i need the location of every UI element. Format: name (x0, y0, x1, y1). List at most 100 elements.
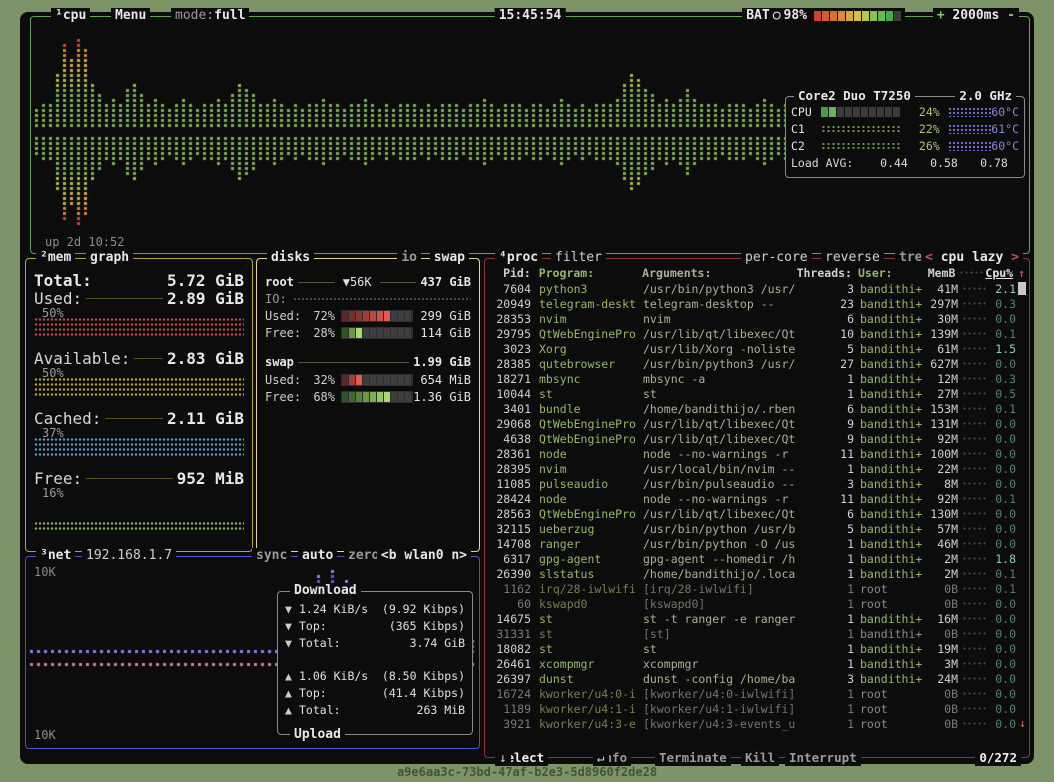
process-pid: 26390 (489, 567, 531, 581)
process-arguments: nvim (643, 312, 796, 326)
process-arguments: /usr/bin/python3 /usr/ (643, 357, 796, 371)
screen: { "colors": { "cpu_border": "#67a05a", "… (0, 0, 1054, 782)
sort-prev-button[interactable]: < (925, 250, 933, 265)
process-row[interactable]: 3023Xorg/usr/lib/Xorg -noliste5bandithi+… (489, 341, 1025, 356)
process-pid: 28385 (489, 357, 531, 371)
process-cpu-history (962, 391, 986, 396)
tab-mem-graph[interactable]: graph (86, 250, 133, 266)
process-mem: 16M (922, 612, 958, 626)
col-cpu[interactable]: Cpu% (983, 266, 1013, 280)
proc-reverse-toggle[interactable]: reverse (821, 250, 884, 266)
tab-net[interactable]: ³net (36, 548, 75, 564)
meter-block (370, 392, 376, 402)
process-mem: 297M (922, 297, 958, 311)
battery-block (886, 11, 893, 21)
col-user[interactable]: User: (858, 266, 920, 280)
process-mem: 61M (922, 342, 958, 356)
interrupt-button[interactable]: Interrupt (785, 750, 861, 766)
process-row[interactable]: 11085pulseaudio/usr/bin/pulseaudio --3ba… (489, 476, 1025, 491)
process-cpu-percent: 0.0 (986, 612, 1016, 626)
process-mem: 24M (922, 672, 958, 686)
core-temp: 60°C (991, 105, 1019, 119)
process-row[interactable]: 60kswapd0[kswapd0]1root0B0.0 (489, 596, 1025, 611)
process-row[interactable]: 1189kworker/u4:1-i[kworker/u4:1-iwlwifi]… (489, 701, 1025, 716)
process-pid: 1189 (489, 702, 531, 716)
mode-toggle[interactable]: mode:full (171, 8, 249, 24)
col-arguments[interactable]: Arguments: (642, 266, 794, 280)
process-row[interactable]: 31331st[st]1bandithi+0B0.0 (489, 626, 1025, 641)
net-sync-toggle[interactable]: sync (252, 548, 291, 564)
process-row[interactable]: 1162irq/28-iwlwifi[irq/28-iwlwifi]1root0… (489, 581, 1025, 596)
process-cpu-percent: 0.0 (986, 312, 1016, 326)
kill-button[interactable]: Kill (741, 750, 779, 766)
process-row[interactable]: 3921kworker/u4:3-e[kworker/u4:3-events_u… (489, 716, 1025, 731)
sort-direction-icon: ↑ (1013, 266, 1025, 280)
mem-entry-label: Available: (34, 349, 130, 368)
interval-decrease-button[interactable]: - (1007, 8, 1015, 23)
terminate-button[interactable]: Terminate (655, 750, 731, 766)
meter-block (356, 311, 362, 321)
proc-scrollbar-thumb[interactable] (1018, 282, 1026, 295)
process-row[interactable]: 16724kworker/u4:0-i[kworker/u4:0-iwlwifi… (489, 686, 1025, 701)
core-name: C1 (791, 122, 821, 136)
process-row[interactable]: 29795QtWebEnginePro/usr/lib/qt/libexec/Q… (489, 326, 1025, 341)
process-row[interactable]: 18271mbsyncmbsync -a1bandithi+12M0.3 (489, 371, 1025, 386)
sort-next-button[interactable]: > (1011, 250, 1019, 265)
process-row[interactable]: 20949telegram-deskttelegram-desktop --23… (489, 296, 1025, 311)
tab-disks-io[interactable]: io (397, 250, 421, 266)
process-threads: 11 (796, 447, 854, 461)
col-threads[interactable]: Threads: (794, 266, 852, 280)
process-row[interactable]: 26390slstatus/home/bandithijo/.loca1band… (489, 566, 1025, 581)
meter-block (391, 392, 397, 402)
tab-disks[interactable]: disks (267, 250, 314, 266)
process-row[interactable]: 7604python3/usr/bin/python3 /usr/3bandit… (489, 281, 1025, 296)
process-row[interactable]: 28385qutebrowser/usr/bin/python3 /usr/27… (489, 356, 1025, 371)
process-row[interactable]: 28353nvimnvim6bandithi+30M0.0 (489, 311, 1025, 326)
tab-proc[interactable]: ⁴proc (495, 250, 542, 266)
tab-cpu[interactable]: ¹cpu (51, 8, 90, 24)
process-cpu-percent: 0.1 (986, 402, 1016, 416)
net-interface-selector[interactable]: <b wlan0 n> (377, 548, 471, 564)
process-row[interactable]: 3401bundle/home/bandithijo/.rben6bandith… (489, 401, 1025, 416)
upload-stat-row: ▲1.06 KiB/s(8.50 Kibps) (285, 667, 465, 684)
process-row[interactable]: 4638QtWebEnginePro/usr/lib/qt/libexec/Qt… (489, 431, 1025, 446)
process-threads: 3 (796, 672, 854, 686)
menu-button[interactable]: Menu (111, 8, 150, 24)
process-threads: 1 (796, 687, 854, 701)
meter-block (342, 328, 348, 338)
load-average-row: Load AVG: 0.44 0.58 0.78 (791, 154, 1019, 171)
process-row[interactable]: 28395nvim/usr/local/bin/nvim --1bandithi… (489, 461, 1025, 476)
process-row[interactable]: 29068QtWebEnginePro/usr/lib/qt/libexec/Q… (489, 416, 1025, 431)
process-cpu-percent: 0.0 (986, 462, 1016, 476)
proc-percore-toggle[interactable]: per-core (741, 250, 812, 266)
process-user: bandithi+ (860, 552, 922, 566)
interval-increase-button[interactable]: + (937, 8, 945, 23)
process-row[interactable]: 6317gpg-agentgpg-agent --homedir /h1band… (489, 551, 1025, 566)
proc-filter-button[interactable]: filter (551, 250, 606, 266)
download-arrow-icon: ▼ (285, 619, 299, 633)
col-program[interactable]: Program: (539, 266, 642, 280)
net-auto-toggle[interactable]: auto (298, 548, 337, 564)
process-row[interactable]: 28361nodenode --no-warnings -r11bandithi… (489, 446, 1025, 461)
process-row[interactable]: 26397dunstdunst -config /home/ba3bandith… (489, 671, 1025, 686)
process-row[interactable]: 14675stst -t ranger -e ranger1bandithi+1… (489, 611, 1025, 626)
col-memb[interactable]: MemB (920, 266, 956, 280)
mem-usage-band (34, 521, 244, 531)
process-row[interactable]: 10044stst1bandithi+27M0.5 (489, 386, 1025, 401)
tab-disks-swap[interactable]: swap (430, 250, 469, 266)
tab-mem[interactable]: ²mem (36, 250, 75, 266)
process-program: QtWebEnginePro (539, 327, 643, 341)
process-pid: 14675 (489, 612, 531, 626)
meter-block (391, 375, 397, 385)
process-row[interactable]: 32115ueberzug/usr/bin/python /usr/b5band… (489, 521, 1025, 536)
col-pid[interactable]: Pid: (489, 266, 531, 280)
process-row[interactable]: 14708ranger/usr/bin/python -O /us1bandit… (489, 536, 1025, 551)
process-user: bandithi+ (860, 372, 922, 386)
scroll-down-icon[interactable]: ↓ (1019, 716, 1026, 730)
process-row[interactable]: 26461xcompmgrxcompmgr1bandithi+3M0.0 (489, 656, 1025, 671)
battery-indicator: BAT○ 98% (742, 8, 905, 24)
process-row[interactable]: 18082stst1bandithi+19M0.0 (489, 641, 1025, 656)
battery-meter (814, 11, 901, 21)
process-row[interactable]: 28563QtWebEnginePro/usr/lib/qt/libexec/Q… (489, 506, 1025, 521)
process-row[interactable]: 28424nodenode --no-warnings -r11bandithi… (489, 491, 1025, 506)
